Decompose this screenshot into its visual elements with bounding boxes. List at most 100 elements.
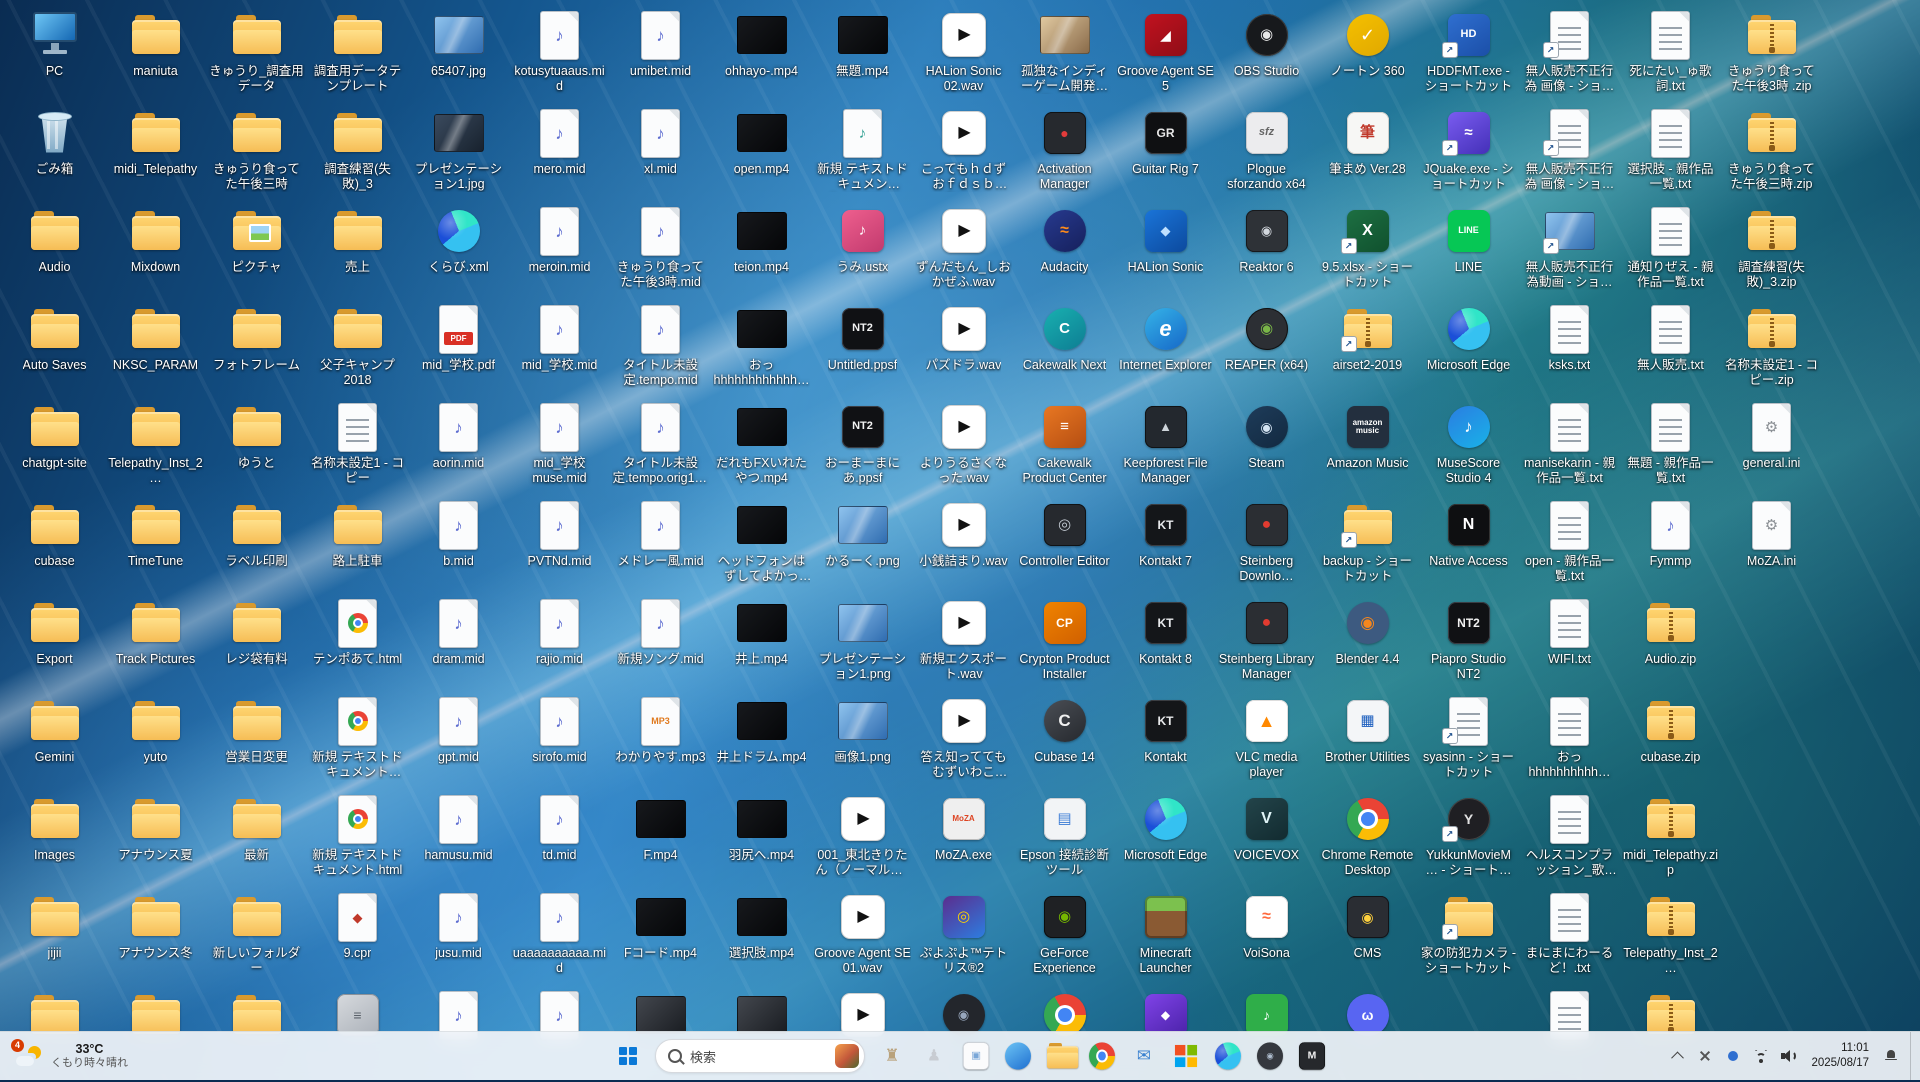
desktop-icon[interactable]: VVOICEVOX — [1216, 788, 1317, 886]
taskbar-app-pinned-game[interactable]: ♜ — [872, 1036, 912, 1076]
desktop-icon[interactable]: CPCrypton Product Installer — [1014, 592, 1115, 690]
taskbar-search[interactable]: 検索 — [655, 1039, 865, 1073]
desktop-icon[interactable]: ↗airset2-2019 — [1317, 298, 1418, 396]
desktop-icon[interactable]: くらび.xml — [408, 200, 509, 298]
desktop-icon[interactable]: eInternet Explorer — [1115, 298, 1216, 396]
desktop-icon[interactable]: ▲VLC media player — [1216, 690, 1317, 788]
desktop-icon[interactable]: Gemini — [4, 690, 105, 788]
taskbar-app-pinned-game-2[interactable]: ♟ — [914, 1036, 954, 1076]
desktop-icon[interactable]: 羽尻へ.mp4 — [711, 788, 812, 886]
desktop-icon[interactable]: 新しいフォルダー — [206, 886, 307, 984]
desktop-icon[interactable]: ♪mid_学校.mid — [509, 298, 610, 396]
taskbar-app-chrome[interactable] — [1082, 1036, 1122, 1076]
desktop-icon[interactable]: 選択肢.mp4 — [711, 886, 812, 984]
desktop-icon[interactable]: ♪umibet.mid — [610, 4, 711, 102]
desktop-icon[interactable]: maniuta — [105, 4, 206, 102]
desktop-icon[interactable]: ●Steinberg Library Manager — [1216, 592, 1317, 690]
desktop-icon[interactable]: GRGuitar Rig 7 — [1115, 102, 1216, 200]
desktop-icon[interactable]: ♪xl.mid — [610, 102, 711, 200]
desktop-icon[interactable]: NT2おーまーまにあ.ppsf — [812, 396, 913, 494]
desktop-icon[interactable]: amazon musicAmazon Music — [1317, 396, 1418, 494]
desktop-icon[interactable]: LINELINE — [1418, 200, 1519, 298]
desktop-icon[interactable]: KTKontakt 7 — [1115, 494, 1216, 592]
desktop-icon[interactable]: PC — [4, 4, 105, 102]
desktop-icon[interactable]: NNative Access — [1418, 494, 1519, 592]
desktop-icon[interactable]: NT2Piapro Studio NT2 — [1418, 592, 1519, 690]
desktop-icon[interactable]: 売上 — [307, 200, 408, 298]
desktop-icon[interactable]: 新規 テキストドキュメント.html — [307, 788, 408, 886]
desktop-icon[interactable]: ↗無人販売不正行為 画像 - ショートカット — [1519, 102, 1620, 200]
taskbar-app-discord[interactable]: ◉ — [1250, 1036, 1290, 1076]
desktop-icon[interactable]: ↗syasinn - ショートカット — [1418, 690, 1519, 788]
desktop-icon[interactable]: ◉REAPER (x64) — [1216, 298, 1317, 396]
desktop-icon[interactable]: ♪aorin.mid — [408, 396, 509, 494]
desktop-icon[interactable]: 画像1.png — [812, 690, 913, 788]
desktop-icon[interactable]: アナウンス夏 — [105, 788, 206, 886]
desktop-icon[interactable]: jijii — [4, 886, 105, 984]
desktop-icon[interactable]: 調査用データテンプレート — [307, 4, 408, 102]
desktop-icon[interactable]: 孤独なインディーゲーム開発者の一生… — [1014, 4, 1115, 102]
desktop-icon[interactable]: NT2Untitled.ppsf — [812, 298, 913, 396]
desktop-icon[interactable]: ▲Keepforest File Manager — [1115, 396, 1216, 494]
desktop-icon[interactable]: midi_Telepathy.zip — [1620, 788, 1721, 886]
desktop-icon[interactable]: ごみ箱 — [4, 102, 105, 200]
desktop-icon[interactable]: ◆HALion Sonic — [1115, 200, 1216, 298]
desktop-icon[interactable]: ♪meroin.mid — [509, 200, 610, 298]
desktop-icon[interactable]: ◉GeForce Experience — [1014, 886, 1115, 984]
desktop-icon[interactable]: 通知りぜえ - 親作品一覧.txt — [1620, 200, 1721, 298]
start-button[interactable] — [608, 1036, 648, 1076]
bluetooth-icon[interactable] — [1720, 1039, 1746, 1073]
desktop-icon[interactable]: ✓ノートン 360 — [1317, 4, 1418, 102]
desktop-icon[interactable]: 筆筆まめ Ver.28 — [1317, 102, 1418, 200]
desktop-icon[interactable]: Telepathy_Inst_2… — [1620, 886, 1721, 984]
desktop-icon[interactable]: ラベル印刷 — [206, 494, 307, 592]
desktop-icon[interactable]: ♪td.mid — [509, 788, 610, 886]
clock[interactable]: 11:01 2025/08/17 — [1804, 1036, 1876, 1076]
desktop-icon[interactable]: 無人販売.txt — [1620, 298, 1721, 396]
desktop-icon[interactable]: かるーく.png — [812, 494, 913, 592]
desktop-icon[interactable]: ピクチャ — [206, 200, 307, 298]
desktop-icon[interactable]: ▶001_東北きりたん（ノーマル）_今じゃ… — [812, 788, 913, 886]
desktop-icon[interactable]: 名称未設定1 - コピー.zip — [1721, 298, 1822, 396]
desktop-icon[interactable]: F.mp4 — [610, 788, 711, 886]
desktop-icon[interactable]: 無題.mp4 — [812, 4, 913, 102]
desktop-icon[interactable]: ●Activation Manager — [1014, 102, 1115, 200]
desktop-icon[interactable]: ◉Steam — [1216, 396, 1317, 494]
desktop-icon[interactable]: だれもFXいれたやつ.mp4 — [711, 396, 812, 494]
desktop-icon[interactable]: きゅうり食ってた午後3時 .zip — [1721, 4, 1822, 102]
desktop-icon[interactable]: ♪rajio.mid — [509, 592, 610, 690]
desktop-icon[interactable]: NKSC_PARAM — [105, 298, 206, 396]
desktop-icon[interactable]: Microsoft Edge — [1115, 788, 1216, 886]
desktop-icon[interactable]: ♪うみ.ustx — [812, 200, 913, 298]
desktop-icon[interactable]: Chrome Remote Desktop — [1317, 788, 1418, 886]
desktop-icon[interactable]: ゆうと — [206, 396, 307, 494]
desktop-icon[interactable]: ♪タイトル未設定.tempo.orig1.mid — [610, 396, 711, 494]
desktop-icon[interactable]: フォトフレーム — [206, 298, 307, 396]
desktop-icon[interactable]: ↗家の防犯カメラ - ショートカット — [1418, 886, 1519, 984]
desktop-icon[interactable]: ▶パズドラ.wav — [913, 298, 1014, 396]
desktop-icon[interactable]: 営業日変更 — [206, 690, 307, 788]
desktop-icon[interactable]: ▶Groove Agent SE 01.wav — [812, 886, 913, 984]
desktop-icon[interactable]: teion.mp4 — [711, 200, 812, 298]
desktop-icon[interactable]: ▦Brother Utilities — [1317, 690, 1418, 788]
desktop-icon[interactable]: Mixdown — [105, 200, 206, 298]
desktop-icon[interactable]: open - 親作品一覧.txt — [1519, 494, 1620, 592]
desktop-icon[interactable]: ohhayo-.mp4 — [711, 4, 812, 102]
desktop-icon[interactable]: ▤Epson 接続診断ツール — [1014, 788, 1115, 886]
desktop-icon[interactable]: 最新 — [206, 788, 307, 886]
show-desktop-strip[interactable] — [1910, 1032, 1916, 1080]
desktop-icon[interactable]: ▶新規エクスポート.wav — [913, 592, 1014, 690]
desktop-icon[interactable]: アナウンス冬 — [105, 886, 206, 984]
desktop-icon[interactable]: CCakewalk Next — [1014, 298, 1115, 396]
desktop-icon[interactable]: 無題 - 親作品一覧.txt — [1620, 396, 1721, 494]
desktop-icon[interactable]: ♪きゅうり食ってた午後3時.mid — [610, 200, 711, 298]
desktop-icon[interactable]: ▶よりうるさくなった.wav — [913, 396, 1014, 494]
desktop-icon[interactable]: ◎Controller Editor — [1014, 494, 1115, 592]
desktop-icon[interactable]: まにまにわーるど！.txt — [1519, 886, 1620, 984]
desktop-icon[interactable]: プレゼンテーション1.png — [812, 592, 913, 690]
taskbar-app-copilot[interactable] — [998, 1036, 1038, 1076]
desktop-icon[interactable]: Microsoft Edge — [1418, 298, 1519, 396]
notification-bell-icon[interactable] — [1878, 1039, 1904, 1073]
desktop-icon[interactable]: ♪dram.mid — [408, 592, 509, 690]
desktop-icon[interactable]: ksks.txt — [1519, 298, 1620, 396]
